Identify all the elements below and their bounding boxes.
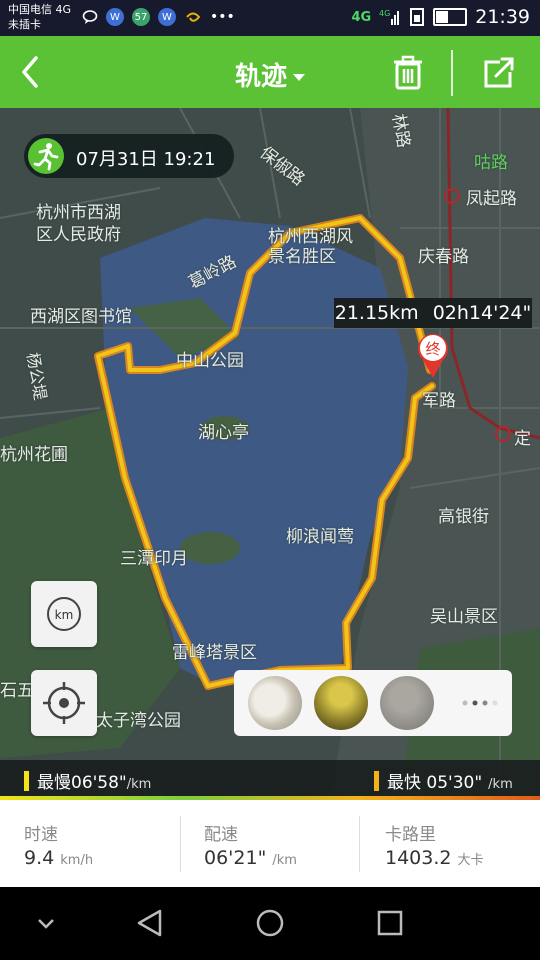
chat-icon (82, 10, 98, 24)
map-label: 太子湾公园 (96, 711, 181, 731)
map-label: 咕路 (474, 153, 508, 173)
header-divider (451, 50, 453, 96)
map-label: 高银街 (438, 507, 489, 527)
date-time-text: 07月31日 19:21 (76, 149, 216, 170)
map-label: 吴山景区 (430, 607, 498, 627)
fastest-pace-text: 最快 05'30" (387, 773, 483, 793)
end-marker-text: 终 (425, 340, 440, 358)
km-toggle-button[interactable]: km (31, 581, 97, 647)
end-marker-icon[interactable]: 终 (412, 328, 454, 380)
pace-range-bar: 最慢06'58"/km 最快 05'30"/km (0, 760, 540, 798)
speed-value: 9.4 km/h (24, 847, 94, 869)
hide-nav-chevron-icon[interactable] (26, 905, 66, 941)
home-nav-icon[interactable] (250, 905, 290, 941)
slowest-pace: 最慢06'58"/km (24, 768, 151, 793)
carrier-text: 中国电信 4G 未插卡 (8, 2, 71, 32)
network-4g-b: 4G (379, 9, 390, 18)
more-photos-icon[interactable] (460, 698, 498, 708)
battery-icon (433, 8, 468, 26)
clock: 21:39 (475, 6, 530, 28)
photo-strip[interactable] (234, 670, 512, 736)
fastest-pace: 最快 05'30" /km (374, 768, 513, 793)
photo-thumbnail[interactable] (314, 676, 368, 730)
map-label: 区人民政府 (36, 225, 121, 245)
slow-pace-marker (24, 771, 29, 791)
map-label: 石五 (0, 681, 34, 701)
share-icon[interactable] (478, 54, 518, 92)
pace-unit: /km (488, 777, 513, 792)
title-dropdown[interactable]: 轨迹 (0, 56, 540, 93)
pace-value: 06'21" /km (204, 847, 297, 869)
calories-label: 卡路里 (385, 825, 436, 845)
map-label: 杭州花圃 (0, 445, 68, 465)
weibo-icon: W (106, 8, 124, 26)
map-label: 凤起路 (466, 189, 517, 209)
calories-value: 1403.2 大卡 (385, 847, 484, 869)
distance-duration-label: 21.15km 02h14'24" (334, 298, 532, 328)
calories-stat: 卡路里 1403.2 大卡 (385, 800, 535, 887)
map-label: 军路 (422, 391, 456, 411)
speed-stat: 时速 9.4 km/h (24, 800, 174, 887)
notification-icons: W 57 W ••• (82, 8, 235, 26)
carrier-line-1: 中国电信 4G (8, 3, 72, 16)
map-label: 中山公园 (176, 351, 244, 371)
recents-nav-icon[interactable] (370, 905, 410, 941)
duration-text: 02h14'24" (432, 302, 532, 324)
locate-button[interactable] (31, 670, 97, 736)
map-label: 西湖区图书馆 (30, 307, 132, 327)
pace-unit: /km (126, 777, 152, 792)
signal-icon: 4G (379, 9, 400, 25)
map-label: 定 (514, 429, 531, 449)
system-nav-bar (0, 887, 540, 960)
map-label: 三潭印月 (120, 549, 188, 569)
stats-panel: 时速 9.4 km/h 配速 06'21" /km 卡路里 1403.2 大卡 (0, 800, 540, 887)
swirl-icon (186, 12, 201, 22)
distance-text: 21.15km (334, 302, 419, 324)
trash-icon[interactable] (388, 54, 428, 92)
slowest-pace-text: 最慢06'58" (37, 773, 127, 793)
running-person-icon (28, 138, 64, 174)
map-label: 景名胜区 (268, 247, 336, 267)
stat-divider (359, 816, 360, 872)
pace-label: 配速 (204, 825, 238, 845)
back-nav-icon[interactable] (130, 905, 170, 941)
map-label: 庆春路 (418, 247, 469, 267)
photo-thumbnail[interactable] (380, 676, 434, 730)
map-label: 柳浪闻莺 (286, 527, 354, 547)
weibo-icon-2: W (158, 8, 176, 26)
map-label: 湖心亭 (198, 423, 249, 443)
status-right: 4G 4G 21:39 (352, 6, 530, 28)
map-label: 雷峰塔景区 (172, 643, 257, 663)
photo-thumbnail[interactable] (248, 676, 302, 730)
badge-57-icon: 57 (132, 8, 150, 26)
app-header: 轨迹 (0, 36, 540, 108)
crosshair-icon (43, 682, 85, 724)
battery-level (436, 11, 448, 23)
fast-pace-marker (374, 771, 379, 791)
network-4g-a: 4G (351, 9, 372, 25)
more-dots-icon: ••• (210, 9, 235, 25)
pace-stat: 配速 06'21" /km (204, 800, 354, 887)
date-time-badge: 07月31日 19:21 (24, 134, 234, 178)
map-view[interactable]: 杭州市西湖 区人民政府 保俶路 凤起路 咕路 林路 杭州西湖风 景名胜区 庆春路… (0, 108, 540, 798)
sim-icon (410, 8, 425, 26)
km-button-label: km (55, 608, 74, 622)
stat-divider (180, 816, 181, 872)
carrier-line-2: 未插卡 (8, 18, 41, 31)
status-bar: 中国电信 4G 未插卡 W 57 W ••• 4G 4G 21:39 (0, 0, 540, 36)
page-title: 轨迹 (234, 62, 287, 92)
speed-label: 时速 (24, 825, 58, 845)
chevron-down-icon (293, 74, 305, 81)
